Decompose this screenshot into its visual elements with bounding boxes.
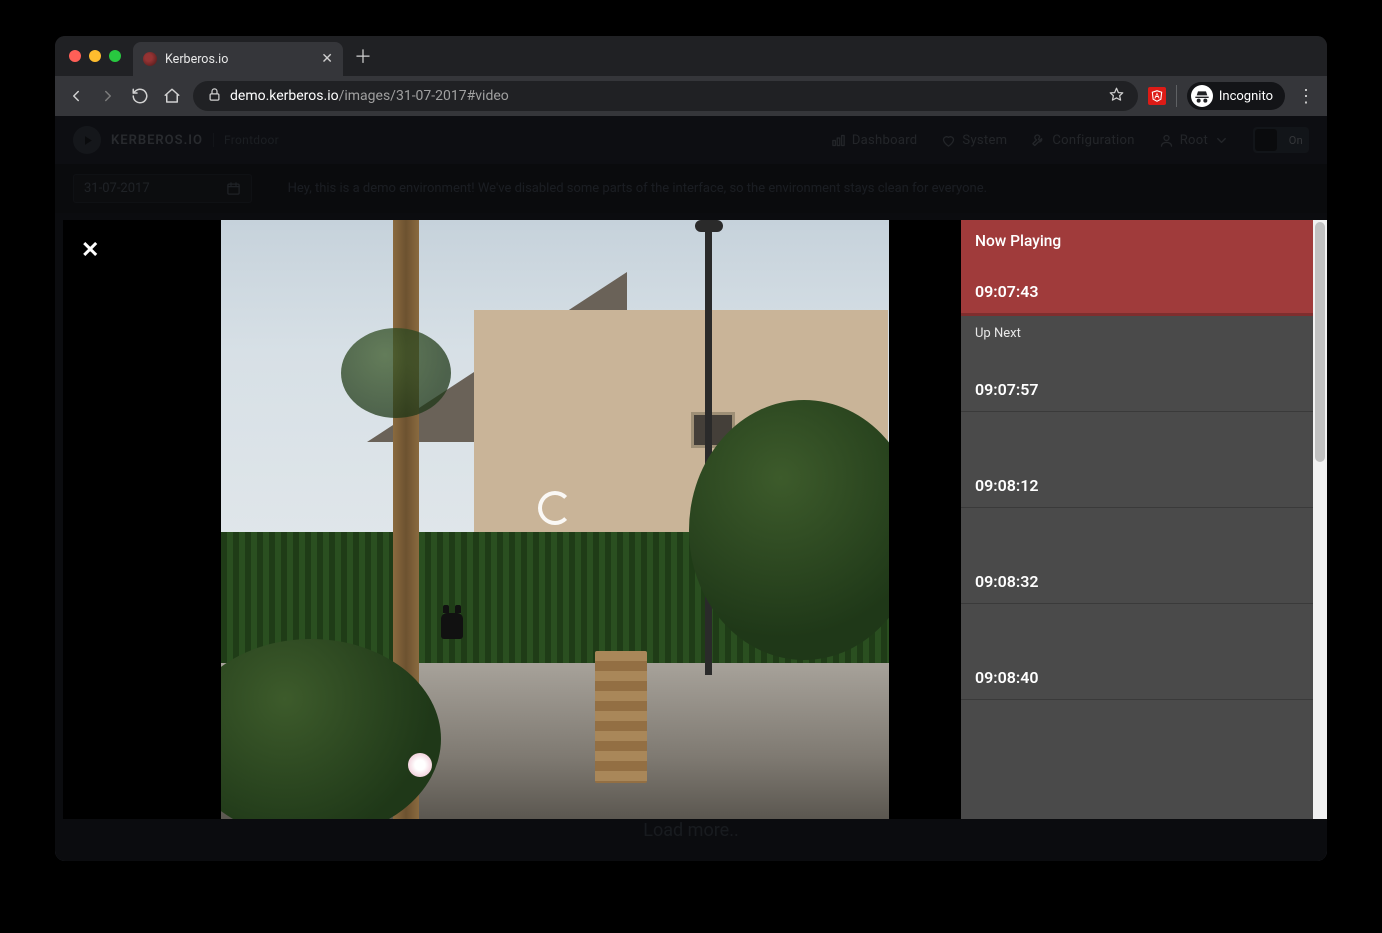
playlist[interactable]: Now Playing 09:07:43 Up Next 09:07:57 09:08:…	[961, 220, 1313, 819]
playlist-item[interactable]: 09:08:32	[961, 508, 1313, 604]
browser-menu-button[interactable]: ⋮	[1295, 86, 1317, 107]
window-controls	[65, 50, 127, 62]
url-host: demo.kerberos.io	[230, 88, 339, 104]
playlist-item-now-playing[interactable]: Now Playing 09:07:43	[961, 220, 1313, 316]
video-frame[interactable]	[221, 220, 889, 819]
window-zoom-button[interactable]	[109, 50, 121, 62]
angular-extension-icon[interactable]	[1148, 87, 1166, 105]
playlist-item[interactable]: 09:08:40	[961, 604, 1313, 700]
playlist-item-time: 09:07:57	[975, 380, 1299, 405]
url-path: /images/31-07-2017#video	[339, 88, 509, 104]
now-playing-label: Now Playing	[975, 232, 1299, 250]
url-text: demo.kerberos.io/images/31-07-2017#video	[230, 88, 1101, 104]
tab-favicon	[143, 52, 157, 66]
playlist-item-time: 09:08:40	[975, 668, 1299, 693]
playlist-item-time: 09:08:32	[975, 572, 1299, 597]
loading-spinner-icon	[538, 491, 572, 525]
incognito-label: Incognito	[1219, 89, 1273, 104]
lock-icon	[207, 87, 222, 106]
nav-home-button[interactable]	[161, 85, 183, 107]
playlist-item[interactable]: Up Next 09:07:57	[961, 316, 1313, 412]
browser-toolbar: demo.kerberos.io/images/31-07-2017#video…	[55, 76, 1327, 116]
address-bar[interactable]: demo.kerberos.io/images/31-07-2017#video	[193, 81, 1138, 111]
video-lightbox: ✕	[63, 220, 1327, 819]
playlist-scroll-thumb[interactable]	[1315, 222, 1325, 462]
nav-back-button[interactable]	[65, 85, 87, 107]
tab-title: Kerberos.io	[165, 52, 313, 67]
bookmark-star-icon[interactable]	[1109, 87, 1124, 106]
playlist-item[interactable]: 09:08:12	[961, 412, 1313, 508]
modal-left-gutter: ✕	[63, 220, 148, 819]
browser-tabstrip: Kerberos.io ✕ ＋	[55, 36, 1327, 76]
video-stage	[148, 220, 961, 819]
new-tab-button[interactable]: ＋	[349, 42, 377, 70]
nav-forward-button[interactable]	[97, 85, 119, 107]
window-minimize-button[interactable]	[89, 50, 101, 62]
playlist-panel: Now Playing 09:07:43 Up Next 09:07:57 09:08:…	[961, 220, 1327, 819]
browser-window: Kerberos.io ✕ ＋ demo.kerberos.io/images/…	[55, 36, 1327, 861]
playlist-item-time: 09:07:43	[975, 282, 1299, 307]
window-close-button[interactable]	[69, 50, 81, 62]
playlist-scrollbar[interactable]	[1313, 220, 1327, 819]
page-viewport: KERBEROS.IO Frontdoor Dashboard System C…	[55, 116, 1327, 861]
incognito-indicator[interactable]: Incognito	[1187, 82, 1285, 110]
incognito-icon	[1191, 85, 1213, 107]
tab-close-button[interactable]: ✕	[321, 51, 333, 67]
modal-close-button[interactable]: ✕	[81, 238, 101, 258]
up-next-label: Up Next	[975, 326, 1299, 341]
browser-tab[interactable]: Kerberos.io ✕	[133, 42, 343, 76]
nav-reload-button[interactable]	[129, 85, 151, 107]
playlist-item-time: 09:08:12	[975, 476, 1299, 501]
